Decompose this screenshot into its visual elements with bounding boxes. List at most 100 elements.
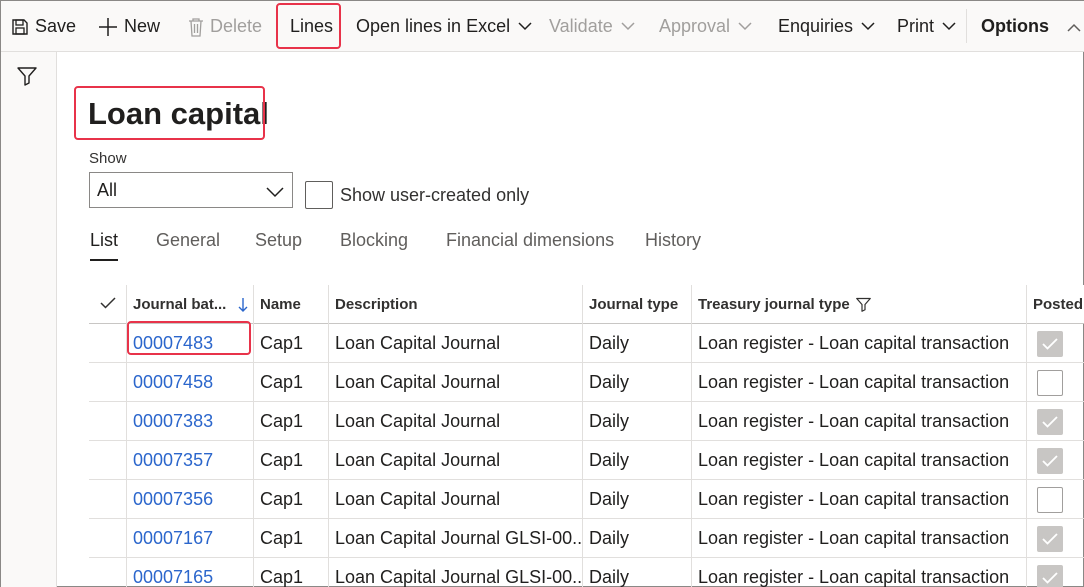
column-label: Journal bat...	[133, 296, 227, 313]
column-header-name[interactable]: Name	[254, 285, 329, 324]
save-button[interactable]: Save	[11, 1, 76, 52]
row-select-cell[interactable]	[89, 363, 127, 402]
posted-cell	[1027, 324, 1084, 363]
checkmark-icon	[1042, 415, 1058, 428]
tab-list[interactable]: List	[90, 230, 119, 262]
table-row[interactable]: 00007167 Cap1 Loan Capital Journal GLSI-00…	[89, 519, 1084, 558]
options-tab[interactable]: Options	[981, 1, 1049, 52]
filter-pane-button[interactable]	[15, 66, 39, 90]
posted-checkbox	[1037, 330, 1063, 357]
row-select-cell[interactable]	[89, 480, 127, 519]
treasury-journal-type-cell: Loan register - Loan capital transaction	[692, 519, 1027, 558]
show-user-created-checkbox[interactable]	[305, 181, 333, 209]
journal-batch-link[interactable]: 00007356	[127, 480, 254, 519]
approval-label: Approval	[659, 16, 731, 36]
description-cell: Loan Capital Journal	[329, 480, 583, 519]
approval-button[interactable]: Approval	[659, 1, 752, 52]
lines-button[interactable]: Lines	[290, 1, 333, 52]
posted-cell	[1027, 519, 1084, 558]
row-select-cell[interactable]	[89, 519, 127, 558]
tab-financial-dimensions[interactable]: Financial dimensions	[446, 230, 614, 262]
row-select-cell[interactable]	[89, 441, 127, 480]
name-cell: Cap1	[254, 441, 329, 480]
tab-history[interactable]: History	[645, 230, 701, 262]
validate-button[interactable]: Validate	[549, 1, 635, 52]
description-cell: Loan Capital Journal GLSI-00...	[329, 558, 583, 587]
show-value: All	[97, 179, 118, 200]
journal-batch-link[interactable]: 00007383	[127, 402, 254, 441]
row-select-cell[interactable]	[89, 558, 127, 587]
journal-batch-link[interactable]: 00007167	[127, 519, 254, 558]
description-cell: Loan Capital Journal	[329, 402, 583, 441]
trash-icon	[188, 17, 204, 37]
journal-batch-link[interactable]: 00007165	[127, 558, 254, 587]
journal-type-cell: Daily	[583, 558, 692, 587]
grid-header: Journal bat... Name Description Journal …	[89, 285, 1084, 324]
column-label: Journal type	[589, 296, 679, 313]
checkmark-icon	[99, 296, 116, 313]
new-button[interactable]: New	[98, 1, 160, 52]
table-row[interactable]: 00007165 Cap1 Loan Capital Journal GLSI-00…	[89, 558, 1084, 587]
options-label: Options	[981, 16, 1049, 36]
column-label: Description	[335, 296, 418, 313]
table-row[interactable]: 00007357 Cap1 Loan Capital Journal Daily Loa…	[89, 441, 1084, 480]
treasury-journal-type-cell: Loan register - Loan capital transaction	[692, 363, 1027, 402]
journal-batch-link[interactable]: 00007483	[127, 324, 254, 363]
treasury-journal-type-cell: Loan register - Loan capital transaction	[692, 402, 1027, 441]
table-row[interactable]: 00007458 Cap1 Loan Capital Journal Daily Loa…	[89, 363, 1084, 402]
row-select-cell[interactable]	[89, 324, 127, 363]
checkmark-icon	[1042, 337, 1058, 350]
collapse-ribbon-button[interactable]	[1067, 1, 1081, 52]
journal-type-cell: Daily	[583, 441, 692, 480]
filter-icon	[855, 297, 871, 312]
column-header-treasury-journal-type[interactable]: Treasury journal type	[692, 285, 1027, 324]
treasury-journal-type-cell: Loan register - Loan capital transaction	[692, 324, 1027, 363]
posted-checkbox	[1037, 408, 1063, 435]
checkmark-icon	[1042, 571, 1058, 584]
toolbar-divider	[276, 9, 277, 43]
column-header-posted[interactable]: Posted	[1027, 285, 1084, 324]
enquiries-button[interactable]: Enquiries	[778, 1, 875, 52]
posted-cell	[1027, 402, 1084, 441]
tab-setup[interactable]: Setup	[255, 230, 302, 262]
description-cell: Loan Capital Journal	[329, 324, 583, 363]
show-dropdown[interactable]: All	[89, 172, 293, 208]
journal-type-cell: Daily	[583, 402, 692, 441]
description-cell: Loan Capital Journal	[329, 441, 583, 480]
journal-batch-link[interactable]: 00007357	[127, 441, 254, 480]
tab-blocking[interactable]: Blocking	[340, 230, 408, 262]
column-header-description[interactable]: Description	[329, 285, 583, 324]
journal-type-cell: Daily	[583, 519, 692, 558]
journal-grid: Journal bat... Name Description Journal …	[89, 285, 1084, 587]
show-label: Show	[89, 150, 127, 167]
delete-button[interactable]: Delete	[188, 1, 262, 52]
open-lines-in-excel-button[interactable]: Open lines in Excel	[356, 1, 532, 52]
table-row[interactable]: 00007483 Cap1 Loan Capital Journal Daily Loa…	[89, 324, 1084, 363]
print-label: Print	[897, 16, 935, 36]
show-user-created-label: Show user-created only	[340, 185, 530, 205]
column-label: Name	[260, 296, 301, 313]
table-row[interactable]: 00007356 Cap1 Loan Capital Journal Daily Loa…	[89, 480, 1084, 519]
action-pane: Save New Delete Lines Open lines in Exce…	[1, 1, 1084, 52]
print-button[interactable]: Print	[897, 1, 956, 52]
treasury-journal-type-cell: Loan register - Loan capital transaction	[692, 480, 1027, 519]
select-all-checkbox[interactable]	[89, 285, 127, 324]
new-label: New	[124, 16, 161, 36]
journal-batch-link[interactable]: 00007458	[127, 363, 254, 402]
tab-general[interactable]: General	[156, 230, 220, 262]
name-cell: Cap1	[254, 324, 329, 363]
posted-checkbox	[1037, 486, 1063, 513]
lines-label: Lines	[290, 16, 334, 36]
chevron-down-icon	[942, 22, 956, 31]
checkmark-icon	[1042, 454, 1058, 467]
posted-checkbox	[1037, 447, 1063, 474]
column-header-journal-batch[interactable]: Journal bat...	[127, 285, 254, 324]
posted-checkbox	[1037, 369, 1063, 396]
validate-label: Validate	[549, 16, 613, 36]
plus-icon	[98, 17, 118, 37]
posted-checkbox	[1037, 564, 1063, 587]
row-select-cell[interactable]	[89, 402, 127, 441]
table-row[interactable]: 00007383 Cap1 Loan Capital Journal Daily Loa…	[89, 402, 1084, 441]
treasury-journal-type-cell: Loan register - Loan capital transaction	[692, 441, 1027, 480]
column-header-journal-type[interactable]: Journal type	[583, 285, 692, 324]
